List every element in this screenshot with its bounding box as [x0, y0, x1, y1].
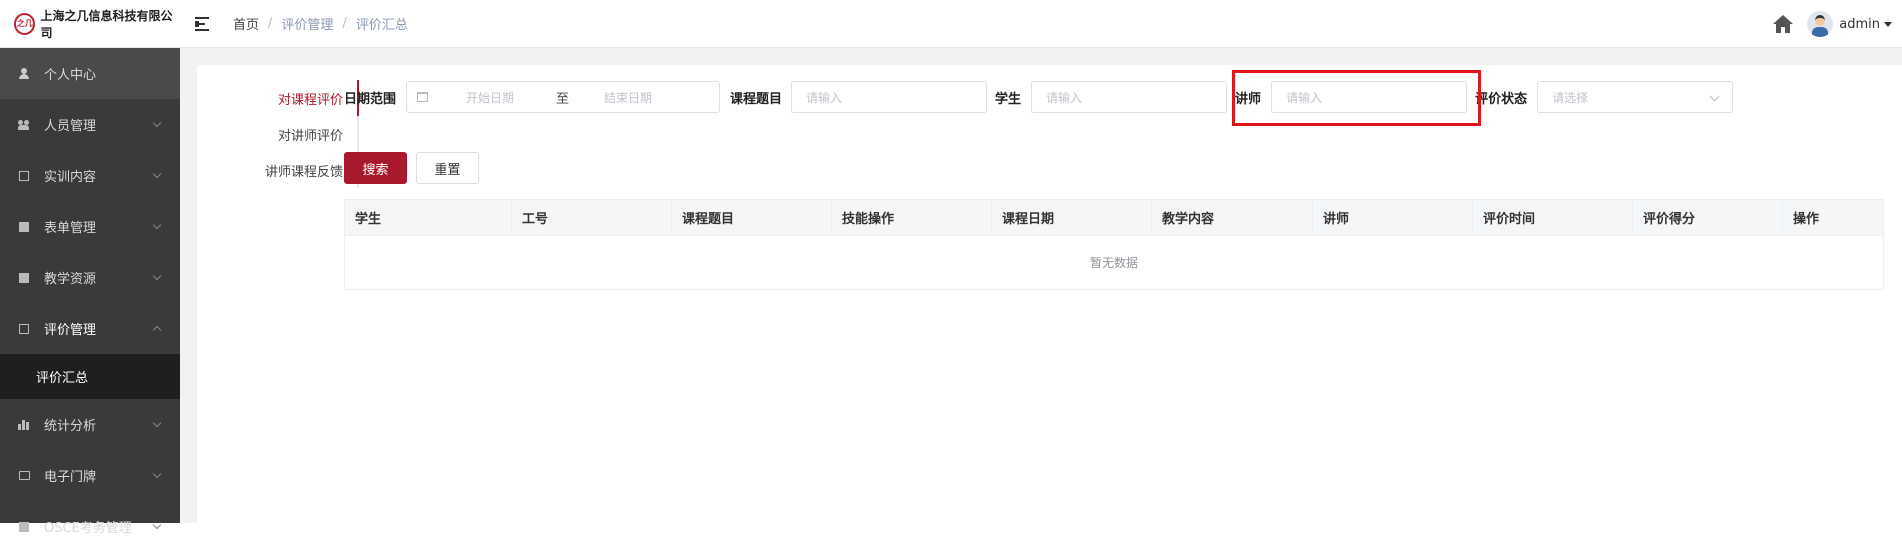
column-header-lecturer: 讲师 [1313, 200, 1473, 235]
home-icon[interactable] [1773, 15, 1794, 33]
filter-bar: 日期范围 开始日期 至 结束日期 课程题目 请输入 学生 请输入 讲师 请输入 … [344, 80, 1734, 114]
sidebar-item-label: 教学资源 [44, 272, 97, 287]
column-header-actions: 操作 [1793, 212, 1820, 227]
menu-collapse-icon[interactable] [195, 16, 213, 31]
screen-icon [18, 470, 30, 482]
sidebar-item-personal-center[interactable]: 个人中心 [0, 48, 180, 99]
evaluation-table: 学生 工号 课程题目 技能操作 课程日期 教学内容 讲师 评价时间 评价得分 操… [344, 199, 1884, 290]
logo-mark: 之几 [14, 12, 36, 35]
tab-lecturer-course-feedback[interactable]: 讲师课程反馈 [227, 152, 357, 188]
column-header-score: 评价得分 [1633, 200, 1783, 235]
date-range-picker[interactable]: 开始日期 至 结束日期 [406, 81, 721, 113]
table-header: 学生 工号 课程题目 技能操作 课程日期 教学内容 讲师 评价时间 评价得分 操… [345, 200, 1883, 236]
logo: 之几 上海之几信息科技有限公司 [0, 7, 180, 41]
calendar-icon [417, 92, 429, 102]
breadcrumb-separator: / [342, 16, 347, 31]
sidebar-item-forms[interactable]: 表单管理 [0, 201, 180, 252]
sidebar-item-statistics[interactable]: 统计分析 [0, 399, 180, 450]
tab-lecturer-evaluation[interactable]: 对讲师评价 [227, 116, 357, 152]
column-header-employee-id: 工号 [512, 200, 672, 235]
main-content: 对课程评价 对讲师评价 讲师课程反馈 日期范围 开始日期 至 结束日期 课程题目… [180, 48, 1902, 525]
company-name: 上海之几信息科技有限公司 [40, 8, 173, 40]
reset-button[interactable]: 重置 [416, 152, 479, 184]
lecturer-label: 讲师 [1235, 91, 1262, 107]
status-select-value: 请选择 [1552, 90, 1589, 105]
status-select[interactable]: 请选择 [1537, 81, 1734, 113]
sidebar-item-label: 人员管理 [44, 119, 97, 134]
chevron-down-icon [152, 118, 162, 128]
date-end-input[interactable]: 结束日期 [604, 89, 652, 106]
column-header-eval-time: 评价时间 [1473, 200, 1633, 235]
chart-icon [18, 419, 30, 431]
training-icon [18, 170, 30, 182]
date-start-input[interactable]: 开始日期 [466, 89, 556, 106]
breadcrumb-evaluation[interactable]: 评价管理 [281, 14, 333, 33]
sidebar-item-training[interactable]: 实训内容 [0, 150, 180, 201]
lecturer-input[interactable]: 请输入 [1271, 81, 1468, 113]
chevron-down-icon [1709, 91, 1720, 102]
sidebar-item-label: 个人中心 [44, 68, 97, 83]
sidebar-item-personnel[interactable]: 人员管理 [0, 99, 180, 150]
chevron-down-icon [152, 418, 162, 428]
column-header-content: 教学内容 [1152, 200, 1313, 235]
vertical-tabs: 对课程评价 对讲师评价 讲师课程反馈 [227, 80, 359, 188]
date-range-label: 日期范围 [344, 91, 397, 107]
sidebar-subitem-evaluation-summary[interactable]: 评价汇总 [0, 354, 180, 399]
chevron-up-icon [152, 325, 162, 335]
sidebar: 个人中心 人员管理 实训内容 表单管理 教学资源 评价管理 评价汇总 统计分析 … [0, 48, 180, 536]
chevron-down-icon [152, 520, 162, 530]
course-input[interactable]: 请输入 [791, 81, 988, 113]
status-label: 评价状态 [1475, 91, 1528, 107]
search-button[interactable]: 搜索 [344, 152, 407, 184]
content-card: 对课程评价 对讲师评价 讲师课程反馈 日期范围 开始日期 至 结束日期 课程题目… [197, 65, 1902, 525]
chevron-down-icon [152, 169, 162, 179]
sidebar-item-label: 实训内容 [44, 170, 97, 185]
column-header-student: 学生 [345, 200, 512, 235]
evaluation-icon [18, 323, 30, 335]
user-icon [18, 68, 30, 80]
column-header-course-date: 课程日期 [992, 200, 1152, 235]
username[interactable]: admin [1839, 17, 1880, 32]
user-area: admin [1773, 0, 1892, 48]
exam-icon [18, 521, 30, 533]
sidebar-item-label: 表单管理 [44, 221, 97, 236]
table-empty-text: 暂无数据 [1089, 256, 1138, 270]
form-icon [18, 221, 30, 233]
student-input[interactable]: 请输入 [1031, 81, 1228, 113]
resource-icon [18, 272, 30, 284]
breadcrumb-home[interactable]: 首页 [233, 14, 259, 33]
student-label: 学生 [995, 91, 1022, 107]
top-bar: 之几 上海之几信息科技有限公司 首页 / 评价管理 / 评价汇总 admin [0, 0, 1902, 48]
sidebar-item-evaluation[interactable]: 评价管理 [0, 303, 180, 354]
avatar[interactable] [1807, 11, 1834, 37]
sidebar-item-label: 统计分析 [44, 419, 97, 434]
tab-course-evaluation[interactable]: 对课程评价 [227, 80, 359, 116]
sidebar-item-label: 评价管理 [44, 323, 97, 338]
date-range-separator: 至 [556, 91, 570, 107]
sidebar-item-e-door[interactable]: 电子门牌 [0, 450, 180, 501]
sidebar-item-label: 电子门牌 [44, 470, 97, 485]
course-label: 课程题目 [730, 91, 783, 107]
sidebar-item-resources[interactable]: 教学资源 [0, 252, 180, 303]
chevron-down-icon [152, 271, 162, 281]
breadcrumb-separator: / [268, 16, 273, 31]
column-header-skill: 技能操作 [832, 200, 992, 235]
chevron-down-icon [152, 220, 162, 230]
breadcrumb-current: 评价汇总 [355, 18, 408, 33]
breadcrumb: 首页 / 评价管理 / 评价汇总 [233, 14, 408, 33]
chevron-down-icon[interactable] [1884, 21, 1892, 27]
sidebar-item-osce[interactable]: OSCE考务管理 [0, 501, 180, 552]
users-icon [18, 119, 30, 131]
chevron-down-icon [152, 469, 162, 479]
column-header-course: 课程题目 [672, 200, 832, 235]
sidebar-item-label: OSCE考务管理 [44, 521, 132, 536]
